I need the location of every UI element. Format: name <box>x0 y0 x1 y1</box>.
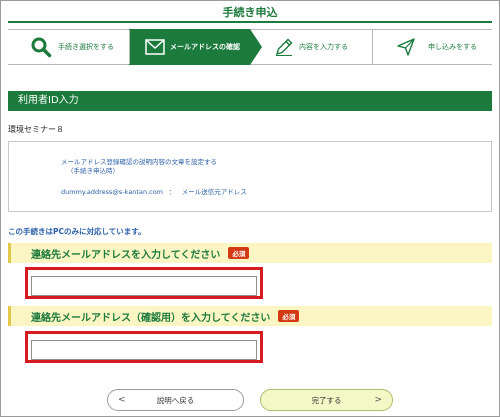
search-icon <box>30 36 52 58</box>
description-line: メールアドレス登録確認の説明内容の文章を設定する <box>61 158 217 166</box>
step-label: メールアドレスの確認 <box>170 43 240 51</box>
step-submit: 申し込みをする <box>396 30 477 64</box>
sender-info: dummy.address@s-kantan.com ： メール送信元アドレス <box>61 188 491 197</box>
step-label: 内容を入力する <box>299 43 348 51</box>
email-input[interactable] <box>31 276 257 296</box>
email-field-label: 連絡先メールアドレスを入力してください <box>31 249 221 261</box>
pc-only-notice: この手続きはPCのみに対応しています。 <box>8 227 146 236</box>
email-input-highlight <box>25 267 263 299</box>
email-confirm-field-label: 連絡先メールアドレス（確認用）を入力してください <box>31 312 271 324</box>
email-field-heading: 連絡先メールアドレスを入力してください 必須 <box>8 243 492 263</box>
sender-separator: ： <box>169 188 176 196</box>
email-confirm-input-highlight <box>25 331 263 363</box>
mail-icon <box>145 39 165 55</box>
step-enter-content: 内容を入力する <box>274 30 348 64</box>
complete-button-label: 完了する <box>311 395 342 405</box>
chevron-right-icon: > <box>374 395 382 405</box>
section-title: 利用者ID入力 <box>8 91 492 111</box>
description-box: メールアドレス登録確認の説明内容の文章を設定する （手続き申込時） dummy.… <box>8 141 492 212</box>
seminar-name: 環境セミナー８ <box>8 125 64 134</box>
email-confirm-input[interactable] <box>31 340 257 360</box>
email-confirm-field-heading: 連絡先メールアドレス（確認用）を入力してください 必須 <box>8 306 492 326</box>
sender-label: メール送信元アドレス <box>181 188 247 196</box>
send-icon <box>396 37 416 57</box>
required-badge: 必須 <box>228 247 250 259</box>
step-select-procedure: 手続き選択をする <box>30 30 114 64</box>
back-button[interactable]: < 説明へ戻る <box>107 389 244 411</box>
title-divider <box>8 21 492 23</box>
required-badge: 必須 <box>278 310 300 322</box>
chevron-left-icon: < <box>118 395 126 405</box>
step-label: 手続き選択をする <box>58 43 114 51</box>
pencil-icon <box>274 37 294 57</box>
step-divider <box>372 30 373 64</box>
sender-address: dummy.address@s-kantan.com <box>61 188 164 196</box>
step-email-confirm: メールアドレスの確認 <box>145 30 240 64</box>
description-line: （手続き申込時） <box>67 167 119 175</box>
complete-button[interactable]: 完了する > <box>260 389 393 411</box>
progress-steps: 手続き選択をする メールアドレスの確認 内容を入力する 申し込みをする <box>8 29 492 65</box>
page-title: 手続き申込 <box>222 6 278 19</box>
step-divider <box>129 30 130 64</box>
step-label: 申し込みをする <box>428 43 477 51</box>
back-button-label: 説明へ戻る <box>156 395 195 405</box>
